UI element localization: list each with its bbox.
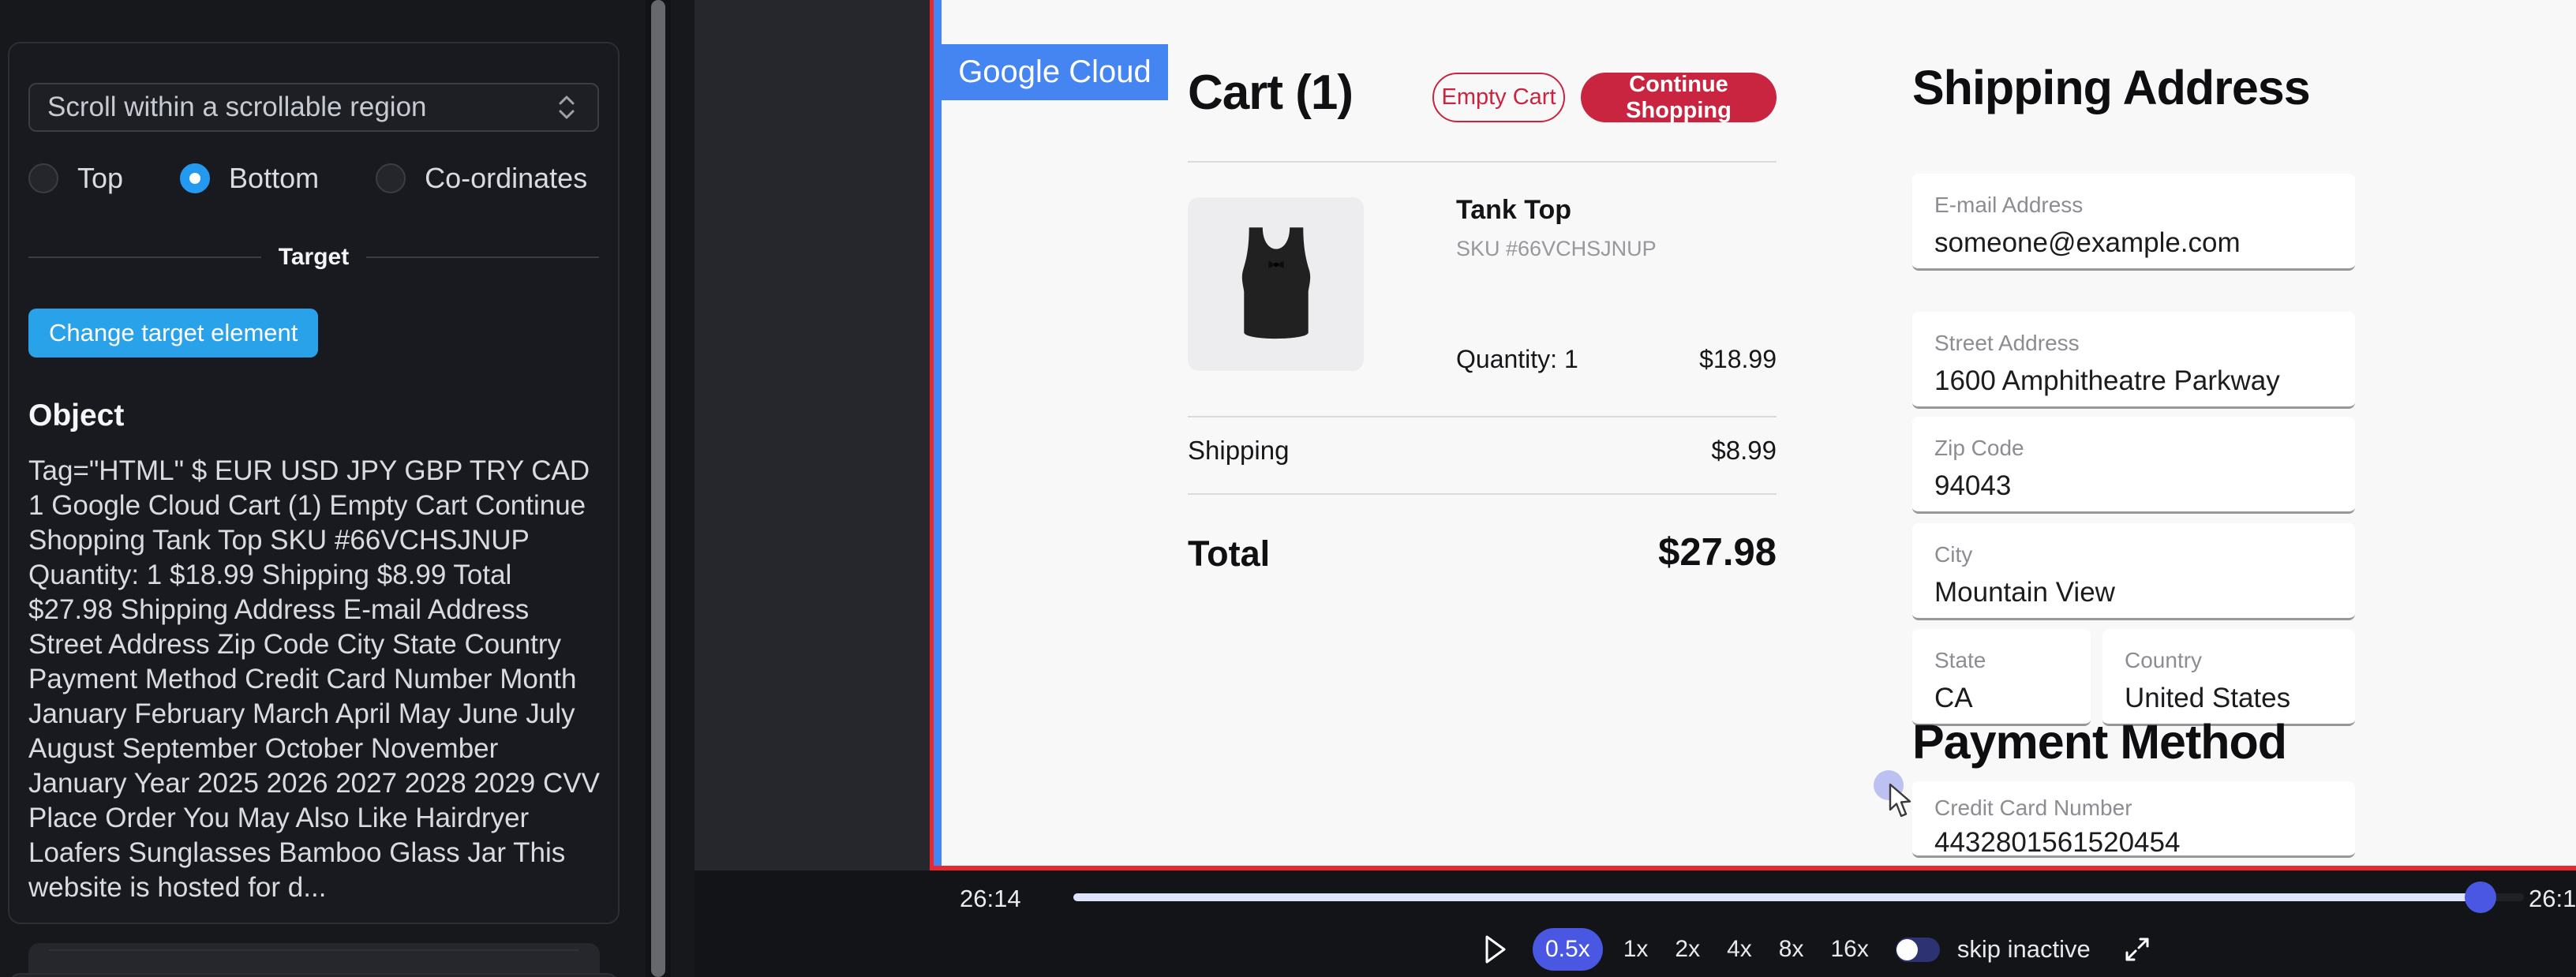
action-select-value: Scroll within a scrollable region bbox=[47, 92, 427, 123]
player-current-time: 26:14 bbox=[960, 885, 1021, 913]
speed-2x-button[interactable]: 2x bbox=[1675, 936, 1700, 963]
payment-method-heading: Payment Method bbox=[1912, 714, 2286, 769]
speed-1x-button[interactable]: 1x bbox=[1623, 936, 1649, 963]
player-progress-played bbox=[1073, 893, 2481, 901]
change-target-button[interactable]: Change target element bbox=[28, 309, 318, 357]
fullscreen-icon[interactable] bbox=[2122, 934, 2152, 964]
skip-inactive-label: skip inactive bbox=[1957, 935, 2091, 964]
radio-top-circle bbox=[28, 163, 58, 193]
player-progress-thumb[interactable] bbox=[2465, 882, 2496, 913]
credit-card-field-label: Credit Card Number bbox=[1934, 795, 2333, 821]
state-field-label: State bbox=[1934, 648, 2069, 673]
panel-gutter bbox=[671, 0, 695, 977]
radio-bottom-circle bbox=[180, 163, 210, 193]
scroll-position-radio-group: Top Bottom Co-ordinates bbox=[28, 162, 599, 195]
country-field[interactable]: Country United States bbox=[2102, 629, 2355, 726]
state-field[interactable]: State CA bbox=[1912, 629, 2091, 726]
select-updown-icon bbox=[553, 91, 580, 124]
state-field-value: CA bbox=[1934, 683, 2069, 714]
cart-title: Cart (1) bbox=[1188, 65, 1353, 121]
session-replay-app: Scroll within a scrollable region Top Bo… bbox=[0, 0, 2576, 977]
toggle-knob bbox=[1896, 939, 1918, 960]
city-field-label: City bbox=[1934, 542, 2333, 567]
sidebar: Scroll within a scrollable region Top Bo… bbox=[0, 0, 646, 977]
action-select[interactable]: Scroll within a scrollable region bbox=[28, 83, 599, 132]
credit-card-field[interactable]: Credit Card Number 4432801561520454 bbox=[1912, 781, 2355, 858]
product-sku: SKU #66VCHSJNUP bbox=[1456, 237, 1657, 261]
radio-bottom-label: Bottom bbox=[229, 162, 319, 195]
continue-shopping-button[interactable]: Continue Shopping bbox=[1581, 73, 1777, 122]
notice-box: This command has already been executed a… bbox=[28, 943, 600, 977]
empty-cart-button[interactable]: Empty Cart bbox=[1432, 73, 1565, 122]
play-button[interactable] bbox=[1484, 934, 1507, 964]
cart-item-divider bbox=[1188, 416, 1777, 417]
player-bar: 26:14 26:1 0.5x 1x 2x 4x 8x 16x skip ina… bbox=[695, 870, 2576, 977]
brand-badge: Google Cloud bbox=[942, 44, 1168, 100]
street-field-label: Street Address bbox=[1934, 331, 2333, 356]
speed-4x-button[interactable]: 4x bbox=[1727, 936, 1752, 963]
target-section-divider: Target bbox=[28, 244, 599, 271]
speed-0-5x-button[interactable]: 0.5x bbox=[1533, 928, 1603, 971]
credit-card-field-value: 4432801561520454 bbox=[1934, 827, 2333, 859]
next-command-card[interactable] bbox=[8, 973, 620, 977]
mouse-cursor-icon bbox=[1887, 783, 1914, 819]
city-field-value: Mountain View bbox=[1934, 577, 2333, 608]
cart-shipping-divider bbox=[1188, 493, 1777, 495]
email-field-value: someone@example.com bbox=[1934, 227, 2333, 259]
city-field[interactable]: City Mountain View bbox=[1912, 523, 2355, 620]
radio-coordinates[interactable]: Co-ordinates bbox=[376, 162, 587, 195]
zip-code-field[interactable]: Zip Code 94043 bbox=[1912, 417, 2355, 514]
object-text: Tag="HTML" $ EUR USD JPY GBP TRY CAD 1 G… bbox=[28, 454, 600, 905]
command-panel: Scroll within a scrollable region Top Bo… bbox=[8, 42, 620, 924]
skip-inactive-toggle[interactable] bbox=[1896, 938, 1940, 962]
replay-canvas-background bbox=[695, 0, 930, 870]
radio-top-label: Top bbox=[77, 162, 123, 195]
player-controls: 0.5x 1x 2x 4x 8x 16x skip inactive bbox=[1484, 927, 2152, 971]
country-field-value: United States bbox=[2125, 683, 2333, 714]
shipping-address-heading: Shipping Address bbox=[1912, 60, 2310, 115]
speed-8x-button[interactable]: 8x bbox=[1779, 936, 1804, 963]
player-progress-track[interactable] bbox=[1073, 893, 2524, 901]
country-field-label: Country bbox=[2125, 648, 2333, 673]
target-section-label: Target bbox=[279, 244, 349, 271]
radio-top[interactable]: Top bbox=[28, 162, 123, 195]
street-field-value: 1600 Amphitheatre Parkway bbox=[1934, 365, 2333, 397]
tank-top-image bbox=[1217, 220, 1335, 348]
radio-bottom[interactable]: Bottom bbox=[180, 162, 319, 195]
speed-16x-button[interactable]: 16x bbox=[1830, 936, 1868, 963]
sidebar-divider bbox=[49, 949, 578, 951]
email-field[interactable]: E-mail Address someone@example.com bbox=[1912, 174, 2355, 271]
item-price: $18.99 bbox=[1188, 345, 1777, 374]
sidebar-scrollbar-thumb[interactable] bbox=[651, 0, 665, 977]
zip-field-label: Zip Code bbox=[1934, 436, 2333, 461]
product-name: Tank Top bbox=[1456, 195, 1571, 226]
sidebar-scrollbar-track bbox=[646, 0, 671, 977]
player-end-time: 26:1 bbox=[2529, 885, 2576, 913]
radio-coordinates-label: Co-ordinates bbox=[425, 162, 587, 195]
zip-field-value: 94043 bbox=[1934, 470, 2333, 502]
shipping-price: $8.99 bbox=[1188, 436, 1777, 466]
browser-viewport: Google Cloud Cart (1) Empty Cart Continu… bbox=[942, 0, 2576, 866]
email-field-label: E-mail Address bbox=[1934, 193, 2333, 218]
cart-header-divider bbox=[1188, 161, 1777, 163]
object-heading: Object bbox=[28, 399, 599, 433]
total-price: $27.98 bbox=[1188, 530, 1777, 575]
target-outline-blue-left bbox=[934, 0, 942, 866]
street-address-field[interactable]: Street Address 1600 Amphitheatre Parkway bbox=[1912, 312, 2355, 409]
radio-coordinates-circle bbox=[376, 163, 406, 193]
